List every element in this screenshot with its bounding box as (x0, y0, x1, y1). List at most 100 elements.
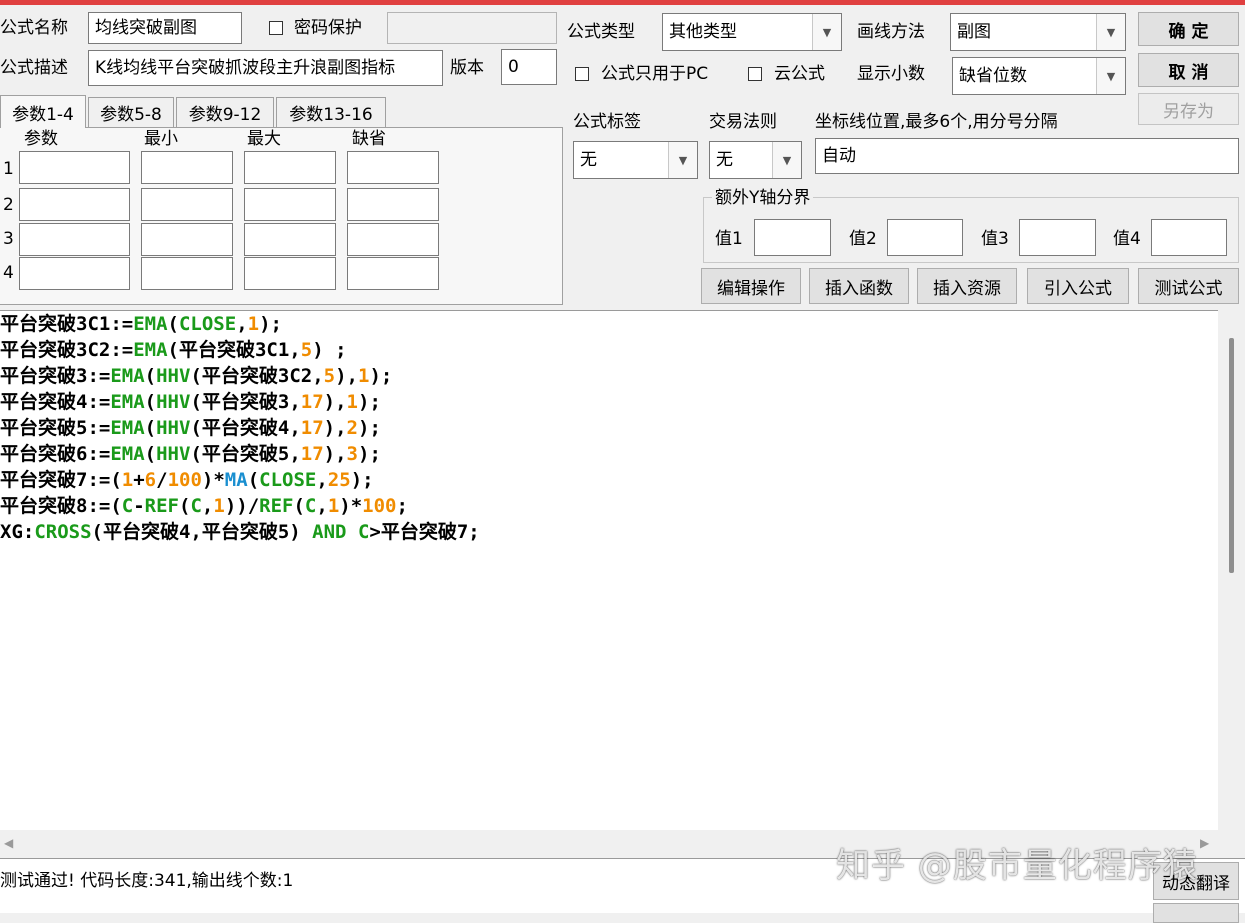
draw-method-value: 副图 (957, 22, 991, 42)
tab-params-5-8[interactable]: 参数5-8 (88, 97, 174, 127)
param-3-min[interactable] (141, 223, 233, 256)
test-formula-button[interactable]: 测试公式 (1138, 268, 1239, 304)
scroll-left-icon[interactable]: ◀ (4, 836, 13, 850)
code-token: EMA (110, 365, 145, 387)
code-token: ), (335, 365, 358, 387)
import-formula-button[interactable]: 引入公式 (1027, 268, 1129, 304)
param-1-min[interactable] (141, 151, 233, 184)
param-header-max: 最大 (247, 129, 281, 149)
param-1-max[interactable] (244, 151, 336, 184)
code-token: 25 (327, 469, 351, 491)
code-token: CROSS (34, 521, 92, 543)
code-token: 1 (346, 391, 358, 413)
param-1-name[interactable] (19, 151, 130, 184)
tab-params-13-16[interactable]: 参数13-16 (276, 97, 386, 127)
code-token: - (133, 495, 145, 517)
decimal-select[interactable]: 缺省位数 ▼ (952, 57, 1126, 95)
code-token: 平台突破4:= (0, 391, 111, 413)
formula-tag-label: 公式标签 (573, 112, 641, 132)
param-3-name[interactable] (19, 223, 130, 256)
code-token: 100 (362, 495, 397, 517)
code-token: (平台突破4, (190, 417, 301, 439)
bottom-button[interactable] (1153, 903, 1239, 923)
trade-rule-value: 无 (716, 150, 733, 170)
draw-method-select[interactable]: 副图 ▼ (950, 13, 1126, 51)
vertical-scrollbar-thumb[interactable] (1229, 338, 1234, 573)
param-1-default[interactable] (347, 151, 439, 184)
param-2-name[interactable] (19, 188, 130, 221)
tab-params-1-4[interactable]: 参数1-4 (0, 95, 86, 128)
param-2-min[interactable] (141, 188, 233, 221)
code-token: ( (293, 495, 305, 517)
code-token: ; (396, 495, 408, 517)
axis-position-input[interactable]: 自动 (815, 138, 1239, 174)
param-2-max[interactable] (244, 188, 336, 221)
y-value-3-label: 值3 (981, 229, 1009, 249)
y-value-2-label: 值2 (849, 229, 877, 249)
cloud-formula-checkbox[interactable] (748, 67, 762, 81)
code-token: / (156, 469, 168, 491)
param-4-name[interactable] (19, 257, 130, 290)
param-3-max[interactable] (244, 223, 336, 256)
code-token: )* (201, 469, 225, 491)
code-line: 平台突破4:=EMA(HHV(平台突破3,17),1); (0, 389, 480, 415)
code-token: HHV (156, 417, 191, 439)
y-value-1-input[interactable] (754, 219, 831, 256)
version-input[interactable]: 0 (501, 49, 557, 85)
code-token: EMA (110, 391, 145, 413)
scroll-right-icon[interactable]: ▶ (1200, 836, 1209, 850)
insert-resource-button[interactable]: 插入资源 (917, 268, 1017, 304)
decimal-label: 显示小数 (857, 64, 925, 84)
param-4-default[interactable] (347, 257, 439, 290)
formula-tag-select[interactable]: 无 ▼ (573, 141, 698, 179)
code-token: , (201, 495, 214, 517)
param-4-max[interactable] (244, 257, 336, 290)
password-input[interactable] (387, 12, 557, 44)
y-value-2-input[interactable] (887, 219, 963, 256)
code-token: (平台突破5, (190, 443, 301, 465)
code-token: ( (179, 495, 191, 517)
formula-desc-input[interactable]: K线均线平台突破抓波段主升浪副图指标 (88, 50, 443, 86)
formula-type-select[interactable]: 其他类型 ▼ (662, 13, 842, 51)
code-token: 6 (144, 469, 157, 491)
pc-only-label: 公式只用于PC (601, 64, 709, 84)
password-protect-checkbox[interactable] (269, 21, 283, 35)
pc-only-checkbox[interactable] (575, 67, 589, 81)
param-4-min[interactable] (141, 257, 233, 290)
code-token: 平台突破6:= (0, 443, 111, 465)
code-token: >平台突破7; (369, 521, 480, 543)
param-header-name: 参数 (24, 129, 58, 149)
formula-type-value: 其他类型 (669, 22, 737, 42)
code-token: ); (358, 417, 381, 439)
param-row-num: 4 (3, 263, 14, 283)
code-token: ( (167, 313, 179, 335)
code-token: C (121, 495, 134, 517)
param-header-min: 最小 (144, 129, 178, 149)
code-line: 平台突破3C1:=EMA(CLOSE,1); (0, 311, 480, 337)
param-3-default[interactable] (347, 223, 439, 256)
save-as-button[interactable]: 另存为 (1138, 93, 1239, 125)
formula-name-input[interactable]: 均线突破副图 (88, 12, 242, 44)
version-label: 版本 (450, 58, 484, 78)
code-text: 平台突破3C1:=EMA(CLOSE,1); 平台突破3C2:=EMA(平台突破3… (0, 311, 480, 545)
param-2-default[interactable] (347, 188, 439, 221)
cancel-button[interactable]: 取 消 (1138, 53, 1239, 87)
formula-type-label: 公式类型 (567, 22, 635, 42)
code-editor[interactable]: 平台突破3C1:=EMA(CLOSE,1); 平台突破3C2:=EMA(平台突破3… (0, 310, 1218, 831)
y-value-4-input[interactable] (1151, 219, 1227, 256)
code-token: ); (358, 443, 381, 465)
ok-button[interactable]: 确 定 (1138, 12, 1239, 46)
edit-operations-button[interactable]: 编辑操作 (701, 268, 801, 304)
y-value-3-input[interactable] (1019, 219, 1096, 256)
code-token: (平台突破3C2, (190, 365, 324, 387)
trade-rule-label: 交易法则 (709, 112, 777, 132)
code-line: 平台突破8:=(C-REF(C,1))/REF(C,1)*100; (0, 493, 480, 519)
tab-params-9-12[interactable]: 参数9-12 (176, 97, 274, 127)
code-token: C (304, 495, 317, 517)
code-token: 3 (346, 443, 358, 465)
trade-rule-select[interactable]: 无 ▼ (709, 141, 802, 179)
insert-function-button[interactable]: 插入函数 (809, 268, 909, 304)
code-token: ), (323, 443, 347, 465)
code-token: 17 (300, 391, 324, 413)
code-token: HHV (156, 443, 191, 465)
